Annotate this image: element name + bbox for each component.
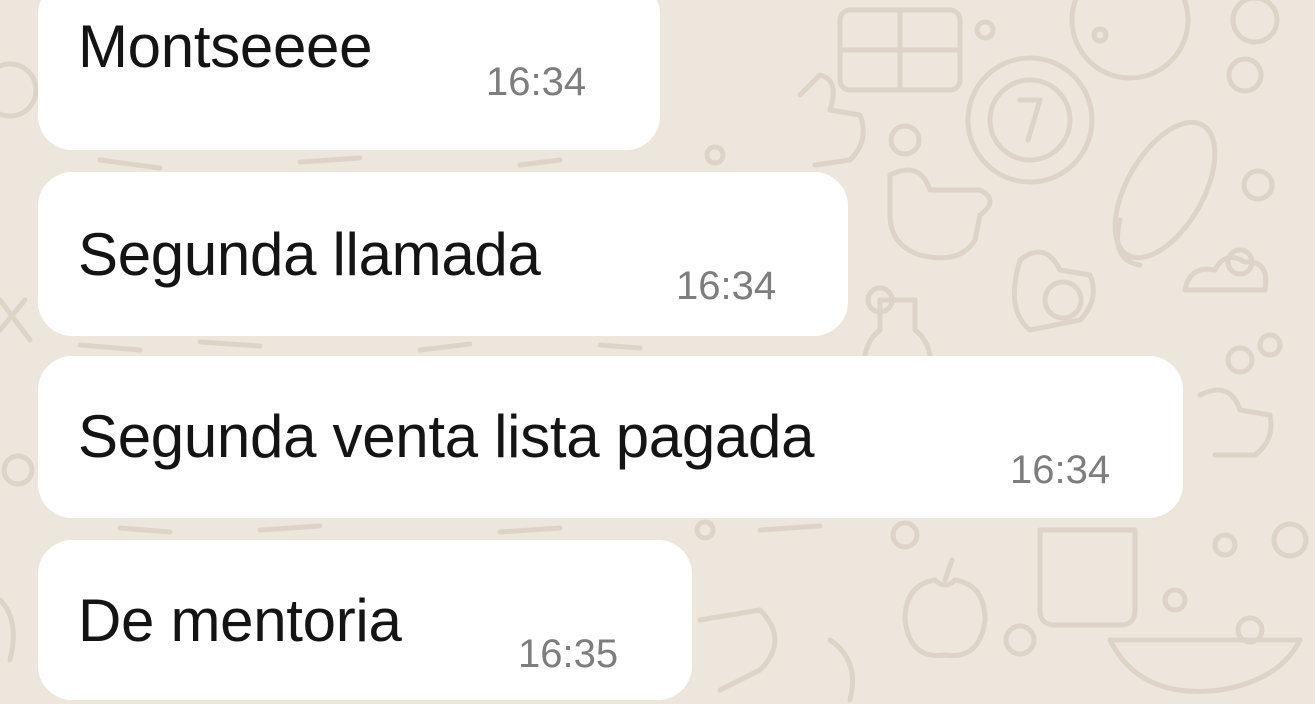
incoming-message-bubble[interactable]: De mentoria 16:35 xyxy=(38,540,692,700)
message-text: Montseeee xyxy=(78,13,373,80)
message-text: Segunda llamada xyxy=(78,221,541,288)
message-timestamp: 16:35 xyxy=(518,632,619,676)
message-timestamp: 16:34 xyxy=(1010,448,1111,492)
incoming-message-bubble[interactable]: Montseeee 16:34 xyxy=(38,0,660,150)
message-text: Segunda venta lista pagada xyxy=(78,403,815,470)
message-timestamp: 16:34 xyxy=(486,60,587,104)
chat-message-list[interactable]: Montseeee 16:34 Segunda llamada 16:34 Se… xyxy=(0,0,1315,704)
incoming-message-bubble[interactable]: Segunda venta lista pagada 16:34 xyxy=(38,356,1183,518)
message-text: De mentoria xyxy=(78,587,402,654)
message-timestamp: 16:34 xyxy=(676,264,777,308)
incoming-message-bubble[interactable]: Segunda llamada 16:34 xyxy=(38,172,848,336)
